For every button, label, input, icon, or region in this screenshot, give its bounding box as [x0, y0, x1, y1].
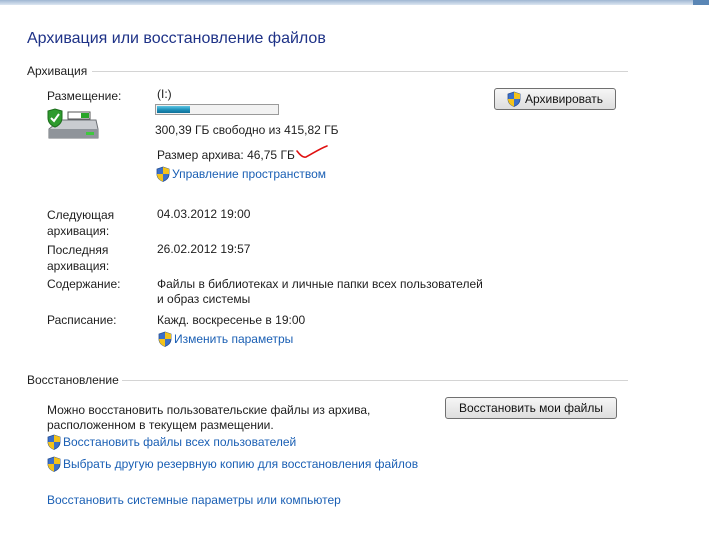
backup-now-button-label: Архивировать	[524, 92, 604, 106]
disk-usage-bar	[155, 104, 279, 115]
location-label: Размещение:	[47, 89, 122, 103]
restore-all-users-link[interactable]: Восстановить файлы всех пользователей	[47, 434, 296, 450]
uac-shield-icon	[156, 166, 170, 182]
restore-system-link[interactable]: Восстановить системные параметры или ком…	[47, 493, 341, 507]
uac-shield-icon	[47, 456, 61, 472]
manage-space-link-text[interactable]: Управление пространством	[172, 167, 326, 181]
uac-shield-icon	[158, 331, 172, 347]
uac-shield-icon	[47, 434, 61, 450]
last-backup-label: Последняя архивация:	[47, 243, 110, 273]
backup-drive-icon	[47, 108, 99, 139]
page-title: Архивация или восстановление файлов	[27, 30, 326, 47]
select-another-backup-link-text[interactable]: Выбрать другую резервную копию для восст…	[63, 457, 418, 471]
handwritten-check-mark	[296, 145, 328, 158]
change-settings-link-text[interactable]: Изменить параметры	[174, 332, 293, 346]
restore-section-divider	[122, 380, 628, 381]
archive-size-text: Размер архива: 46,75 ГБ	[157, 148, 295, 162]
contents-value-line2: и образ системы	[157, 292, 251, 306]
restore-section-title: Восстановление	[27, 373, 119, 387]
backup-now-button[interactable]: Архивировать	[494, 88, 616, 110]
schedule-label: Расписание:	[47, 313, 117, 327]
free-space-text: 300,39 ГБ свободно из 415,82 ГБ	[155, 123, 339, 137]
backup-section-divider	[92, 71, 628, 72]
window-top-strip	[0, 0, 709, 5]
backup-section-title: Архивация	[27, 64, 88, 78]
restore-description-line2: расположенном в текущем размещении.	[47, 418, 274, 432]
schedule-value: Кажд. воскресенье в 19:00	[157, 313, 306, 327]
restore-description-line1: Можно восстановить пользовательские файл…	[47, 403, 371, 417]
next-backup-value: 04.03.2012 19:00	[157, 207, 251, 221]
contents-value-line1: Файлы в библиотеках и личные папки всех …	[157, 277, 483, 291]
select-another-backup-link[interactable]: Выбрать другую резервную копию для восст…	[47, 456, 418, 472]
contents-label: Содержание:	[47, 277, 121, 291]
manage-space-link[interactable]: Управление пространством	[156, 166, 326, 182]
restore-all-users-link-text[interactable]: Восстановить файлы всех пользователей	[63, 435, 296, 449]
uac-shield-icon	[507, 91, 521, 107]
drive-name: (I:)	[157, 87, 172, 101]
last-backup-value: 26.02.2012 19:57	[157, 242, 251, 256]
restore-my-files-button[interactable]: Восстановить мои файлы	[445, 397, 617, 419]
disk-usage-fill	[157, 106, 191, 113]
window-edge-accent	[693, 0, 709, 5]
next-backup-label: Следующая архивация:	[47, 208, 115, 238]
change-settings-link[interactable]: Изменить параметры	[158, 331, 293, 347]
